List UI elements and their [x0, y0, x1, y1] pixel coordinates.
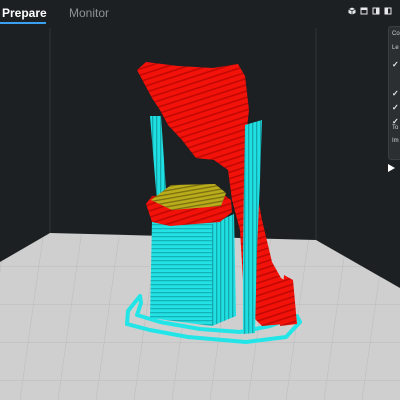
left-view-icon[interactable]	[371, 6, 380, 15]
right-view-icon[interactable]	[383, 6, 392, 15]
active-tab-indicator	[0, 22, 46, 24]
panel-subtitle: Le	[392, 45, 399, 51]
tab-prepare[interactable]: Prepare	[2, 6, 47, 20]
camera-view-toolbar	[347, 6, 392, 15]
build-plate-viewport[interactable]	[0, 0, 400, 400]
support-block-side	[212, 214, 236, 326]
color-scheme-panel: Co Le ✓ ✓ ✓ ✓ To Im	[388, 26, 400, 160]
panel-row-label: Im	[392, 138, 399, 144]
front-view-icon[interactable]	[359, 6, 368, 15]
tab-monitor[interactable]: Monitor	[69, 6, 109, 20]
panel-title: Co	[392, 31, 400, 37]
checkbox-checked[interactable]: ✓	[392, 103, 399, 112]
panel-row-label: To	[392, 125, 399, 131]
checkbox-checked[interactable]: ✓	[392, 60, 399, 69]
3d-view-icon[interactable]	[347, 6, 356, 15]
slicer-app: Prepare Monitor Co Le ✓ ✓ ✓ ✓ To Im	[0, 0, 400, 400]
checkbox-checked[interactable]: ✓	[392, 89, 399, 98]
play-icon[interactable]	[388, 164, 395, 172]
top-bar: Prepare Monitor	[0, 0, 400, 28]
